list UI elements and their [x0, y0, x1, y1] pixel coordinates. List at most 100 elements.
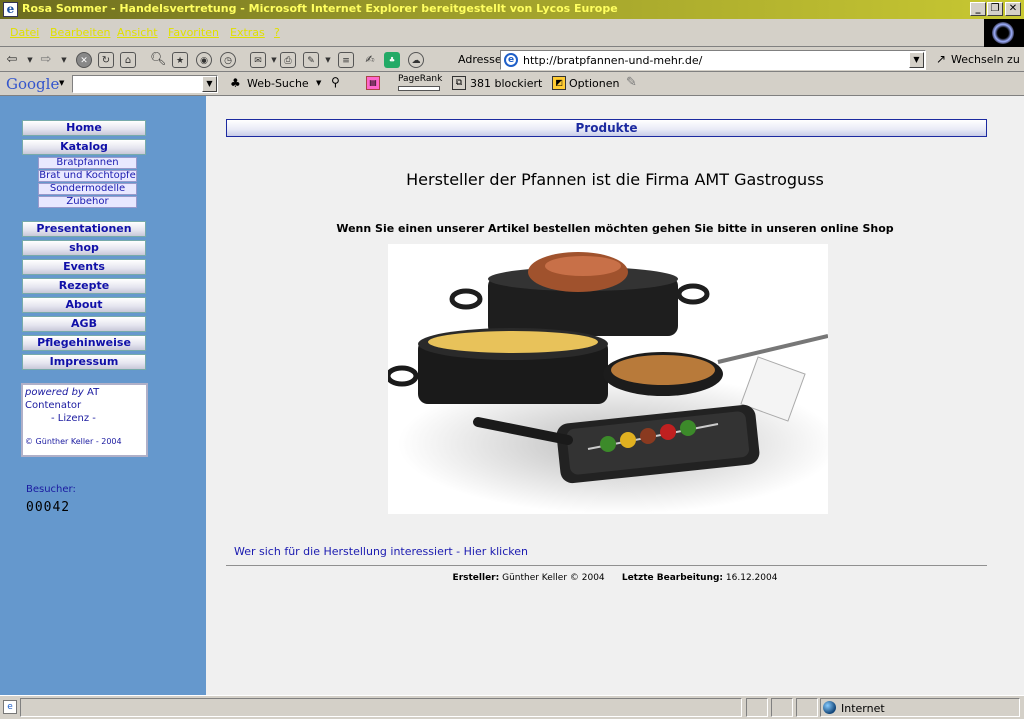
popup-blocker-icon[interactable]: ⧉ — [452, 76, 466, 90]
go-button[interactable]: Wechseln zu — [951, 53, 1020, 66]
address-url[interactable]: http://bratpfannen-und-mehr.de/ — [523, 54, 702, 67]
history-icon[interactable]: ◷ — [220, 52, 236, 68]
back-dropdown-icon[interactable]: ▼ — [22, 52, 38, 68]
status-text-panel — [20, 698, 742, 717]
search-icon[interactable]: 🔍︎ — [150, 52, 167, 68]
page-footer: Ersteller: Günther Keller © 2004 Letzte … — [206, 573, 1024, 583]
cookware-illustration — [385, 252, 838, 514]
menu-ansicht[interactable]: Ansicht — [117, 26, 158, 39]
refresh-icon[interactable]: ↻ — [98, 52, 114, 68]
skewer-pepper-4 — [680, 420, 696, 436]
minimize-button[interactable]: _ — [970, 2, 986, 16]
mail-icon[interactable]: ✉ — [250, 52, 266, 68]
menu-datei[interactable]: Datei — [10, 26, 39, 39]
back-icon[interactable]: ⇦ — [4, 52, 20, 68]
author-value: Günther Keller © 2004 — [502, 573, 605, 583]
nav-about[interactable]: About — [22, 297, 146, 313]
visitor-counter: 00042 — [26, 500, 71, 515]
google-search-dropdown[interactable]: ▼ — [202, 76, 217, 92]
section-title-bar: Produkte — [226, 119, 987, 137]
media-icon[interactable]: ◉ — [196, 52, 212, 68]
nav-impressum[interactable]: Impressum — [22, 354, 146, 370]
page-headline: Hersteller der Pfannen ist die Firma AMT… — [406, 170, 824, 189]
status-panel-3 — [771, 698, 793, 717]
menu-bar: Datei Bearbeiten Ansicht Favoriten Extra… — [0, 19, 1024, 47]
nav-shop[interactable]: shop — [22, 240, 146, 256]
last-edit-date: 16.12.2004 — [725, 573, 778, 583]
skewer-pepper-3 — [660, 424, 676, 440]
title-bar: e Rosa Sommer - Handelsvertretung - Micr… — [0, 0, 1024, 19]
options-icon[interactable]: ◩ — [552, 76, 566, 90]
research-icon[interactable]: ✍ — [362, 52, 378, 68]
cookware-product-image — [385, 244, 838, 514]
site-search-icon[interactable]: ⚲ — [331, 75, 340, 89]
pagerank-bar — [398, 86, 440, 91]
address-bar[interactable]: e http://bratpfannen-und-mehr.de/ ▼ — [500, 50, 926, 70]
pagerank-label[interactable]: PageRank — [398, 74, 442, 84]
google-toolbar: Google ▼ ▼ ♣ Web-Suche ▼ ⚲ ▤ PageRank ⧉ … — [0, 72, 1024, 96]
security-zone-panel: Internet — [820, 698, 1020, 717]
maximize-button[interactable]: ❐ — [987, 2, 1003, 16]
nav-events[interactable]: Events — [22, 259, 146, 275]
home-icon[interactable]: ⌂ — [120, 52, 136, 68]
menu-extras[interactable]: Extras — [230, 26, 265, 39]
popups-blocked-count[interactable]: 381 blockiert — [470, 77, 542, 90]
roaster-handle-right — [676, 283, 710, 305]
edit-dropdown-icon[interactable]: ▼ — [320, 52, 336, 68]
subnav-bratpfannen[interactable]: Bratpfannen — [38, 157, 137, 169]
license-link[interactable]: - Lizenz - — [25, 412, 144, 425]
discuss-icon[interactable]: ≡ — [338, 52, 354, 68]
chat-icon[interactable]: ☁ — [408, 52, 424, 68]
google-logo[interactable]: Google — [6, 75, 59, 93]
web-search-dropdown-icon[interactable]: ▼ — [316, 79, 321, 87]
globe-icon — [992, 22, 1014, 44]
edit-icon[interactable]: ✎ — [303, 52, 319, 68]
powered-by-product[interactable]: Contenator — [25, 399, 144, 412]
status-panel-4 — [796, 698, 818, 717]
casserole-handle — [385, 365, 419, 387]
manufacturing-link[interactable]: Wer sich für die Herstellung interessier… — [234, 545, 528, 558]
news-icon[interactable]: ▤ — [366, 76, 380, 90]
highlight-pen-icon[interactable]: ✎ — [626, 75, 637, 90]
address-dropdown-button[interactable]: ▼ — [909, 52, 924, 68]
web-search-button[interactable]: Web-Suche — [247, 77, 309, 90]
subnav-zubehor[interactable]: Zubehor — [38, 196, 137, 208]
small-pan-handle — [717, 334, 829, 364]
google-dropdown-icon[interactable]: ▼ — [59, 79, 64, 87]
menu-bearbeiten[interactable]: Bearbeiten — [50, 26, 110, 39]
favorites-icon[interactable]: ★ — [172, 52, 188, 68]
print-icon[interactable]: ⎙ — [280, 52, 296, 68]
go-arrow-icon[interactable]: ↗ — [936, 52, 946, 66]
nav-katalog[interactable]: Katalog — [22, 139, 146, 155]
gratin — [428, 331, 598, 353]
skewer-meat — [640, 428, 656, 444]
forward-dropdown-icon[interactable]: ▼ — [56, 52, 72, 68]
shop-hint: Wenn Sie einen unserer Artikel bestellen… — [336, 222, 894, 235]
forward-icon[interactable]: ⇨ — [38, 52, 54, 68]
nav-home[interactable]: Home — [22, 120, 146, 136]
options-button[interactable]: Optionen — [569, 77, 619, 90]
menu-favoriten[interactable]: Favoriten — [168, 26, 219, 39]
ie-page-icon: e — [504, 53, 518, 67]
status-panel-2 — [746, 698, 768, 717]
internet-globe-icon — [823, 701, 836, 714]
address-label: Adresse — [458, 53, 502, 66]
subnav-sondermodelle[interactable]: Sondermodelle — [38, 183, 137, 195]
lycos-throbber-logo — [984, 19, 1024, 47]
nav-agb[interactable]: AGB — [22, 316, 146, 332]
skewer-pepper-2 — [620, 432, 636, 448]
nav-presentationen[interactable]: Presentationen — [22, 221, 146, 237]
subnav-brat-und-kochtopfe[interactable]: Brat und Kochtopfe — [38, 170, 137, 182]
close-button[interactable]: ✕ — [1005, 2, 1021, 16]
last-edit-label: Letzte Bearbeitung: — [621, 573, 724, 583]
google-search-input[interactable]: ▼ — [72, 75, 218, 93]
powered-by-name[interactable]: AT — [87, 387, 99, 398]
stop-icon[interactable]: ✕ — [76, 52, 92, 68]
nav-rezepte[interactable]: Rezepte — [22, 278, 146, 294]
copyright-text: © Günther Keller - 2004 — [25, 437, 122, 446]
messenger-icon[interactable]: ♣ — [384, 52, 400, 68]
security-zone-label: Internet — [841, 702, 885, 715]
nav-pflegehinweise[interactable]: Pflegehinweise — [22, 335, 146, 351]
menu-help[interactable]: ? — [274, 26, 280, 39]
web-search-icon[interactable]: ♣ — [230, 76, 241, 90]
